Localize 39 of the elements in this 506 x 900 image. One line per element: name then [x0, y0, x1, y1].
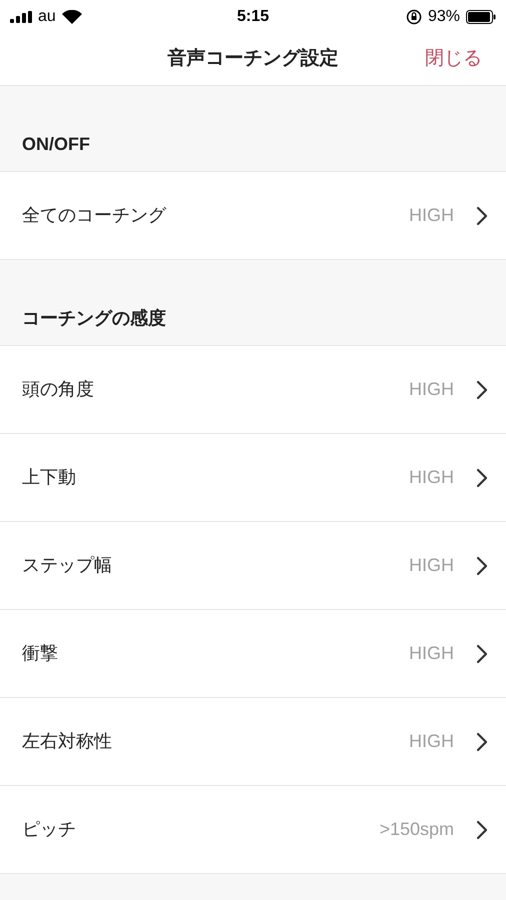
row-value: HIGH: [409, 554, 454, 577]
settings-row[interactable]: 上下動 HIGH: [0, 434, 506, 522]
chevron-right-icon: [476, 468, 488, 488]
settings-row[interactable]: ステップ幅 HIGH: [0, 522, 506, 610]
row-label: 左右対称性: [22, 730, 113, 753]
section-header: コーチングの感度: [22, 307, 166, 330]
chevron-right-icon: [476, 732, 488, 752]
chevron-right-icon: [476, 556, 488, 576]
signal-icon: [10, 11, 32, 23]
settings-row[interactable]: 頭の角度 HIGH: [0, 346, 506, 434]
section-header: ON/OFF: [22, 133, 90, 156]
row-value: HIGH: [409, 378, 454, 401]
settings-row[interactable]: 左右対称性 HIGH: [0, 698, 506, 786]
chevron-right-icon: [476, 820, 488, 840]
wifi-icon: [62, 10, 82, 24]
close-button[interactable]: 閉じる: [425, 45, 482, 74]
row-value: HIGH: [409, 730, 454, 753]
chevron-right-icon: [476, 644, 488, 664]
row-value: HIGH: [409, 204, 454, 227]
battery-icon: [466, 10, 496, 24]
row-value: HIGH: [409, 466, 454, 489]
row-label: 頭の角度: [22, 378, 95, 401]
chevron-right-icon: [476, 206, 488, 226]
row-label: 全てのコーチング: [22, 204, 168, 227]
chevron-right-icon: [476, 380, 488, 400]
row-label: ステップ幅: [22, 554, 113, 577]
settings-row[interactable]: 衝撃 HIGH: [0, 610, 506, 698]
settings-row[interactable]: ピッチ >150spm: [0, 786, 506, 874]
status-time: 5:15: [236, 7, 270, 27]
row-label: ピッチ: [22, 818, 77, 841]
battery-percent: 93%: [428, 7, 460, 27]
rotation-lock-icon: [406, 9, 422, 25]
row-value: HIGH: [409, 642, 454, 665]
screen-title: 音声コーチング設定: [168, 46, 338, 72]
row-label: 上下動: [22, 466, 77, 489]
row-label: 衝撃: [22, 642, 59, 665]
settings-row[interactable]: 全てのコーチング HIGH: [0, 172, 506, 260]
carrier-name: au: [38, 7, 56, 27]
row-value: >150spm: [379, 818, 454, 841]
